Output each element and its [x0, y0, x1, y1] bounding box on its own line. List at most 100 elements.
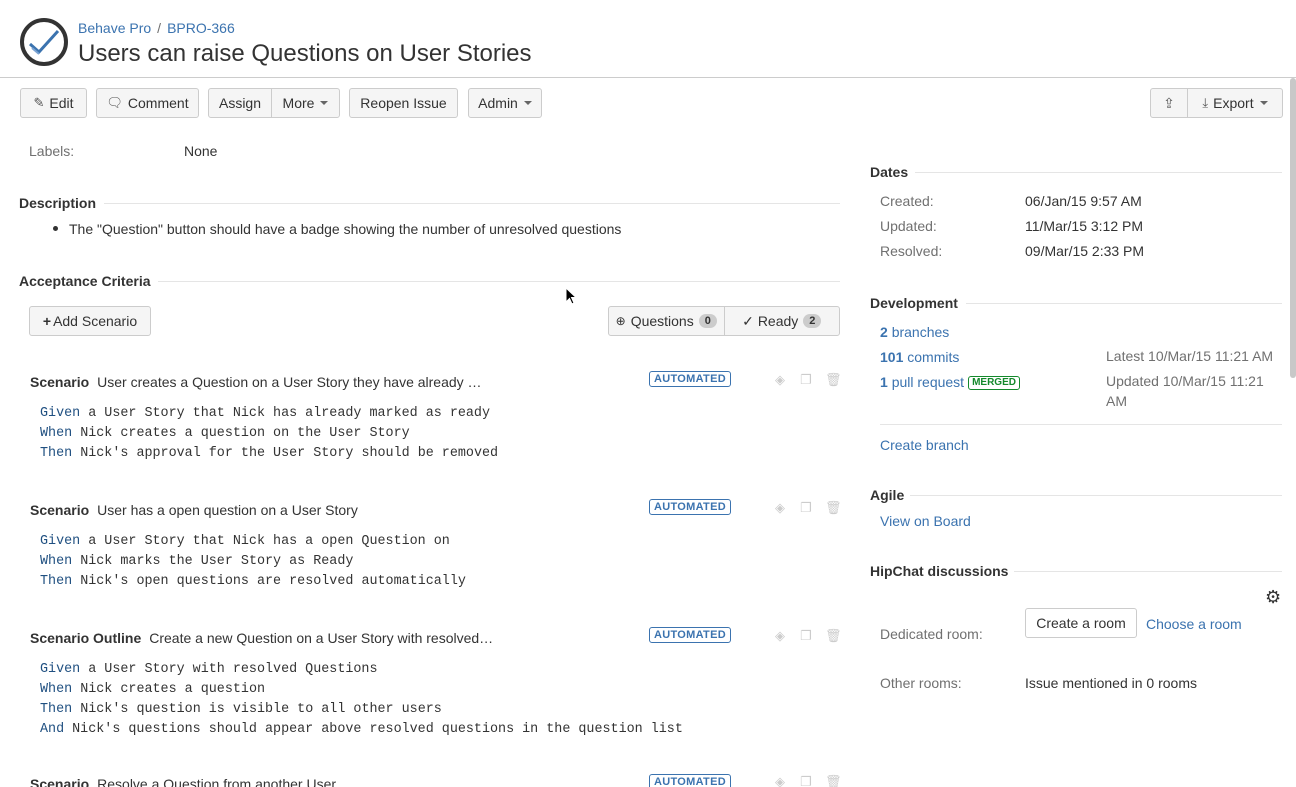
scenario-title: User creates a Question on a User Story … [97, 374, 482, 390]
branches-label: branches [891, 324, 950, 340]
created-value: 06/Jan/15 9:57 AM [1025, 193, 1142, 209]
automated-badge: AUTOMATED [649, 627, 731, 643]
scenario-header[interactable]: Scenario Resolve a Question from another … [30, 776, 336, 787]
checkmark-icon [29, 29, 60, 55]
step-text: Nick marks the User Story as Ready [72, 554, 354, 569]
commits-meta: Latest 10/Mar/15 11:21 AM [1106, 348, 1274, 364]
chevron-down-icon [523, 101, 532, 105]
pull-request-link[interactable]: 1 pull request MERGED [880, 374, 1020, 391]
step-text: a User Story that Nick has a open Questi… [80, 534, 450, 549]
questions-button[interactable]: ⊕ Questions 0 [609, 307, 724, 335]
ready-button[interactable]: ✓ Ready 2 [723, 307, 840, 335]
pr-count: 1 [880, 374, 888, 390]
step-keyword: Given [40, 534, 81, 549]
description-heading: Description [19, 195, 97, 211]
scenario-keyword: Scenario [30, 374, 90, 390]
other-rooms-value: Issue mentioned in 0 rooms [1025, 675, 1197, 691]
step-text: Nick's open questions are resolved autom… [72, 574, 466, 589]
trash-icon[interactable]: 🗑 [825, 775, 842, 787]
issue-header: Behave Pro / BPRO-366 Users can raise Ques… [0, 0, 1296, 78]
scenario-keyword: Scenario Outline [30, 630, 142, 646]
project-logo[interactable] [20, 18, 68, 66]
comment-button[interactable]: 🗨 Comment [96, 88, 199, 118]
more-dropdown[interactable]: More [271, 88, 340, 118]
scrollbar[interactable] [1290, 78, 1296, 378]
divider [1014, 571, 1282, 572]
download-icon: ⤓ [1202, 95, 1209, 110]
breadcrumb-issue-link[interactable]: BPRO-366 [167, 20, 235, 36]
choose-room-link[interactable]: Choose a room [1146, 616, 1242, 632]
admin-dropdown-label: Admin [478, 95, 518, 111]
share-button[interactable]: ⇪ [1150, 88, 1188, 118]
reopen-issue-button[interactable]: Reopen Issue [349, 88, 458, 118]
step-keyword: When [40, 682, 73, 697]
breadcrumb-project-link[interactable]: Behave Pro [78, 20, 151, 36]
merged-status-badge: MERGED [968, 376, 1020, 391]
assign-button-label: Assign [218, 95, 262, 111]
chevron-down-icon [1259, 101, 1268, 105]
trash-icon[interactable]: 🗑 [825, 373, 842, 387]
copy-icon[interactable]: ❐ [799, 775, 813, 787]
questions-count-badge: 0 [698, 314, 717, 328]
tag-icon[interactable]: ◈ [773, 629, 787, 643]
scenario-title: User has a open question on a User Story [97, 502, 358, 518]
add-scenario-button[interactable]: + Add Scenario [29, 306, 151, 336]
create-room-button[interactable]: Create a room [1025, 608, 1137, 638]
description-text: The "Question" button should have a badg… [69, 221, 622, 237]
divider [104, 203, 840, 204]
scenario-steps: Given a User Story that Nick has already… [40, 404, 498, 464]
scenario-title: Create a new Question on a User Story wi… [149, 630, 494, 646]
ready-count-badge: 2 [803, 314, 822, 328]
add-scenario-label: Add Scenario [53, 313, 138, 329]
reopen-issue-label: Reopen Issue [360, 95, 447, 111]
development-heading: Development [870, 295, 958, 311]
step-keyword: Then [40, 446, 73, 461]
divider [158, 281, 840, 282]
mouse-cursor-icon [565, 287, 577, 305]
step-text: Nick's questions should appear above res… [64, 722, 683, 737]
branches-link[interactable]: 2 branches [880, 324, 949, 340]
tag-icon[interactable]: ◈ [773, 373, 787, 387]
comment-button-label: Comment [127, 95, 189, 111]
scenario-header[interactable]: Scenario User has a open question on a Us… [30, 502, 358, 518]
assign-button[interactable]: Assign [208, 88, 272, 118]
labels-value: None [184, 143, 218, 159]
trash-icon[interactable]: 🗑 [825, 501, 842, 515]
step-keyword: When [40, 426, 73, 441]
create-room-label: Create a room [1036, 615, 1126, 631]
step-text: a User Story with resolved Questions [80, 662, 378, 677]
resolved-label: Resolved: [880, 243, 943, 259]
tag-icon[interactable]: ◈ [773, 775, 787, 787]
copy-icon[interactable]: ❐ [799, 373, 813, 387]
trash-icon[interactable]: 🗑 [825, 629, 842, 643]
copy-icon[interactable]: ❐ [799, 501, 813, 515]
edit-button[interactable]: ✎ Edit [20, 88, 87, 118]
step-text: Nick creates a question on the User Stor… [72, 426, 410, 441]
scenario-header[interactable]: Scenario Outline Create a new Question on… [30, 630, 493, 646]
copy-icon[interactable]: ❐ [799, 629, 813, 643]
tag-icon[interactable]: ◈ [773, 501, 787, 515]
commits-link[interactable]: 101 commits [880, 349, 959, 365]
pencil-icon: ✎ [33, 95, 45, 110]
export-dropdown[interactable]: ⤓ Export [1187, 88, 1283, 118]
admin-dropdown[interactable]: Admin [468, 88, 542, 118]
step-text: Nick creates a question [72, 682, 266, 697]
gear-icon[interactable]: ⚙ [1265, 587, 1281, 608]
page-title: Users can raise Questions on User Storie… [78, 40, 532, 67]
acceptance-criteria-heading: Acceptance Criteria [19, 273, 151, 289]
scenario-keyword: Scenario [30, 776, 90, 787]
agile-heading: Agile [870, 487, 905, 503]
pr-label: pull request [891, 374, 965, 390]
divider [966, 303, 1282, 304]
share-icon: ⇪ [1163, 94, 1175, 111]
scenario-header[interactable]: Scenario User creates a Question on a Use… [30, 374, 482, 390]
scenario-keyword: Scenario [30, 502, 90, 518]
export-dropdown-label: Export [1213, 95, 1254, 111]
scenario-title: Resolve a Question from another User [97, 776, 337, 787]
view-on-board-link[interactable]: View on Board [880, 513, 971, 529]
commits-label: commits [907, 349, 960, 365]
question-icon: ⊕ [615, 314, 626, 328]
updated-label: Updated: [880, 218, 937, 234]
check-circle-icon: ✓ [742, 312, 754, 329]
create-branch-link[interactable]: Create branch [880, 437, 969, 453]
